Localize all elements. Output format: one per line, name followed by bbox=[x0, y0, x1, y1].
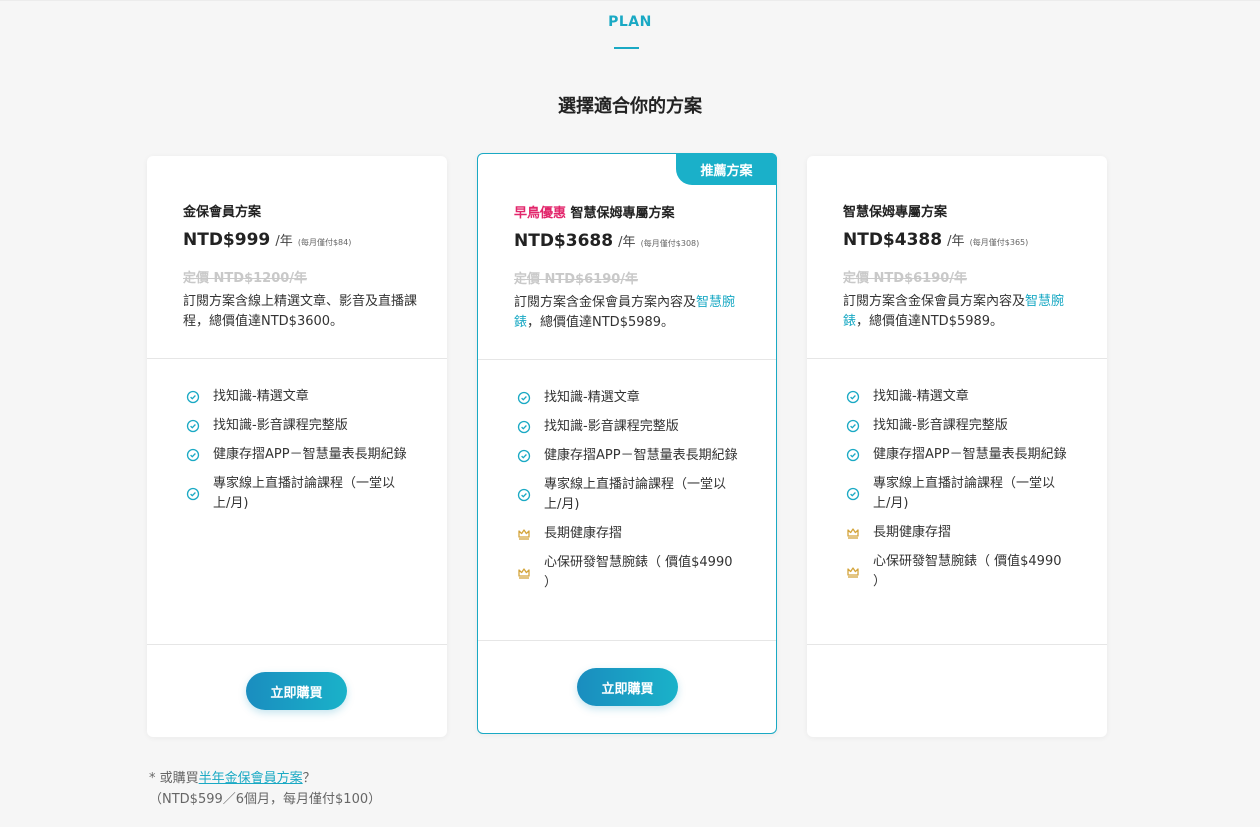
feature-item: 找知識-影音課程完整版 bbox=[478, 417, 776, 437]
desc-text-end: ，總價值達NTD$5989。 bbox=[856, 314, 1004, 329]
footnote-suffix: ？ bbox=[302, 771, 316, 786]
plan-period: /年 bbox=[618, 235, 636, 250]
plan-name: 金保會員方案 bbox=[183, 205, 262, 220]
footnote: * 或購買半年金保會員方案？ （NTD$599／6個月，每月僅付$100） bbox=[149, 768, 381, 810]
check-circle-icon bbox=[186, 487, 200, 501]
feature-item: 找知識-影音課程完整版 bbox=[147, 416, 447, 436]
feature-text: 找知識-影音課程完整版 bbox=[213, 418, 348, 433]
feature-item: 心保研發智慧腕錶（ 價值$4990 ） bbox=[478, 553, 776, 593]
check-circle-icon bbox=[517, 420, 531, 434]
feature-item: 找知識-精選文章 bbox=[807, 387, 1107, 407]
check-circle-icon bbox=[846, 487, 860, 501]
desc-text-end: ，總價值達NTD$5989。 bbox=[527, 315, 675, 330]
feature-text: 找知識-精選文章 bbox=[873, 389, 969, 404]
feature-item: 長期健康存摺 bbox=[807, 523, 1107, 543]
buy-now-button[interactable]: 立即購買 bbox=[577, 668, 678, 706]
footnote-line1: * 或購買半年金保會員方案？ bbox=[149, 768, 381, 789]
plan-name: 早鳥優惠 智慧保姆專屬方案 bbox=[514, 202, 675, 221]
early-bird-label: 早鳥優惠 bbox=[514, 206, 567, 221]
check-circle-icon bbox=[186, 448, 200, 462]
plan-header: 早鳥優惠 智慧保姆專屬方案 NTD$3688 /年 (每月僅付$308) 定價 … bbox=[478, 154, 776, 360]
plan-price: NTD$999 bbox=[183, 230, 271, 250]
original-price: 定價 NTD$6190/年 bbox=[514, 272, 639, 287]
feature-list: 找知識-精選文章 找知識-影音課程完整版 健康存摺APP－智慧量表長期紀錄 專家… bbox=[807, 359, 1107, 592]
feature-text: 專家線上直播討論課程（一堂以上/月) bbox=[873, 476, 1056, 511]
plan-card-smart: 智慧保姆專屬方案 NTD$4388 /年 (每月僅付$365) 定價 NTD$6… bbox=[807, 156, 1107, 737]
feature-item: 找知識-精選文章 bbox=[478, 388, 776, 408]
top-divider bbox=[0, 0, 1260, 1]
feature-list: 找知識-精選文章 找知識-影音課程完整版 健康存摺APP－智慧量表長期紀錄 專家… bbox=[478, 360, 776, 593]
feature-text: 長期健康存摺 bbox=[873, 525, 952, 540]
feature-text: 長期健康存摺 bbox=[544, 526, 623, 541]
plan-card-smart-recommended: 推薦方案 早鳥優惠 智慧保姆專屬方案 NTD$3688 /年 (每月僅付$308… bbox=[477, 153, 777, 734]
price-row: NTD$999 /年 (每月僅付$84) bbox=[183, 230, 351, 250]
feature-text: 健康存摺APP－智慧量表長期紀錄 bbox=[213, 447, 407, 462]
feature-item: 健康存摺APP－智慧量表長期紀錄 bbox=[478, 446, 776, 466]
plan-period: /年 bbox=[947, 234, 965, 249]
footnote-line2: （NTD$599／6個月，每月僅付$100） bbox=[149, 792, 382, 807]
feature-item: 健康存摺APP－智慧量表長期紀錄 bbox=[807, 445, 1107, 465]
crown-icon bbox=[847, 567, 859, 578]
feature-item: 健康存摺APP－智慧量表長期紀錄 bbox=[147, 445, 447, 465]
check-circle-icon bbox=[846, 448, 860, 462]
card-footer bbox=[807, 644, 1107, 737]
crown-icon bbox=[847, 528, 859, 539]
feature-item: 找知識-精選文章 bbox=[147, 387, 447, 407]
feature-text: 找知識-精選文章 bbox=[213, 389, 309, 404]
plan-description: 訂閱方案含線上精選文章、影音及直播課程，總價值達NTD$3600。 bbox=[183, 294, 418, 329]
original-price: 定價 NTD$1200/年 bbox=[183, 271, 308, 286]
check-circle-icon bbox=[517, 449, 531, 463]
check-circle-icon bbox=[846, 419, 860, 433]
plan-card-gold: 金保會員方案 NTD$999 /年 (每月僅付$84) 定價 NTD$1200/… bbox=[147, 156, 447, 737]
crown-icon bbox=[518, 529, 530, 540]
check-circle-icon bbox=[517, 391, 531, 405]
plan-price: NTD$4388 bbox=[843, 230, 943, 250]
feature-text: 專家線上直播討論課程（一堂以上/月) bbox=[213, 476, 396, 511]
feature-item: 長期健康存摺 bbox=[478, 524, 776, 544]
half-year-plan-link[interactable]: 半年金保會員方案 bbox=[199, 771, 303, 786]
plan-period: /年 bbox=[275, 234, 293, 249]
section-label: PLAN bbox=[608, 14, 652, 30]
plan-description: 訂閱方案含金保會員方案內容及智慧腕錶，總價值達NTD$5989。 bbox=[514, 293, 754, 333]
plan-monthly: (每月僅付$365) bbox=[969, 238, 1029, 247]
feature-item: 專家線上直播討論課程（一堂以上/月) bbox=[807, 474, 1107, 514]
check-circle-icon bbox=[846, 390, 860, 404]
price-row: NTD$3688 /年 (每月僅付$308) bbox=[514, 231, 699, 251]
plan-name-text: 智慧保姆專屬方案 bbox=[570, 206, 675, 221]
desc-text: 訂閱方案含金保會員方案內容及 bbox=[843, 294, 1026, 309]
card-footer: 立即購買 bbox=[147, 644, 447, 737]
crown-icon bbox=[518, 568, 530, 579]
feature-text: 健康存摺APP－智慧量表長期紀錄 bbox=[544, 448, 738, 463]
buy-now-button[interactable]: 立即購買 bbox=[246, 672, 347, 710]
card-footer: 立即購買 bbox=[478, 640, 776, 733]
plan-description: 訂閱方案含金保會員方案內容及智慧腕錶，總價值達NTD$5989。 bbox=[843, 292, 1083, 332]
feature-text: 心保研發智慧腕錶（ 價值$4990 ） bbox=[873, 554, 1062, 589]
feature-text: 找知識-影音課程完整版 bbox=[873, 418, 1008, 433]
plan-monthly: (每月僅付$84) bbox=[297, 238, 352, 247]
feature-text: 專家線上直播討論課程（一堂以上/月) bbox=[544, 477, 727, 512]
feature-text: 找知識-影音課程完整版 bbox=[544, 419, 679, 434]
plan-name: 智慧保姆專屬方案 bbox=[843, 205, 948, 220]
page-title: 選擇適合你的方案 bbox=[558, 96, 702, 117]
feature-item: 心保研發智慧腕錶（ 價值$4990 ） bbox=[807, 552, 1107, 592]
footnote-prefix: * 或購買 bbox=[149, 771, 199, 786]
feature-text: 找知識-精選文章 bbox=[544, 390, 640, 405]
feature-list: 找知識-精選文章 找知識-影音課程完整版 健康存摺APP－智慧量表長期紀錄 專家… bbox=[147, 359, 447, 514]
feature-text: 心保研發智慧腕錶（ 價值$4990 ） bbox=[544, 555, 733, 590]
desc-text: 訂閱方案含金保會員方案內容及 bbox=[514, 295, 697, 310]
feature-item: 專家線上直播討論課程（一堂以上/月) bbox=[147, 474, 447, 514]
plan-price: NTD$3688 bbox=[514, 231, 614, 251]
section-underline bbox=[614, 47, 639, 49]
check-circle-icon bbox=[186, 390, 200, 404]
feature-item: 找知識-影音課程完整版 bbox=[807, 416, 1107, 436]
price-row: NTD$4388 /年 (每月僅付$365) bbox=[843, 230, 1028, 250]
original-price: 定價 NTD$6190/年 bbox=[843, 271, 968, 286]
feature-text: 健康存摺APP－智慧量表長期紀錄 bbox=[873, 447, 1067, 462]
check-circle-icon bbox=[186, 419, 200, 433]
plan-header: 智慧保姆專屬方案 NTD$4388 /年 (每月僅付$365) 定價 NTD$6… bbox=[807, 156, 1107, 359]
feature-item: 專家線上直播討論課程（一堂以上/月) bbox=[478, 475, 776, 515]
plan-header: 金保會員方案 NTD$999 /年 (每月僅付$84) 定價 NTD$1200/… bbox=[147, 156, 447, 359]
plan-monthly: (每月僅付$308) bbox=[640, 239, 700, 248]
check-circle-icon bbox=[517, 488, 531, 502]
